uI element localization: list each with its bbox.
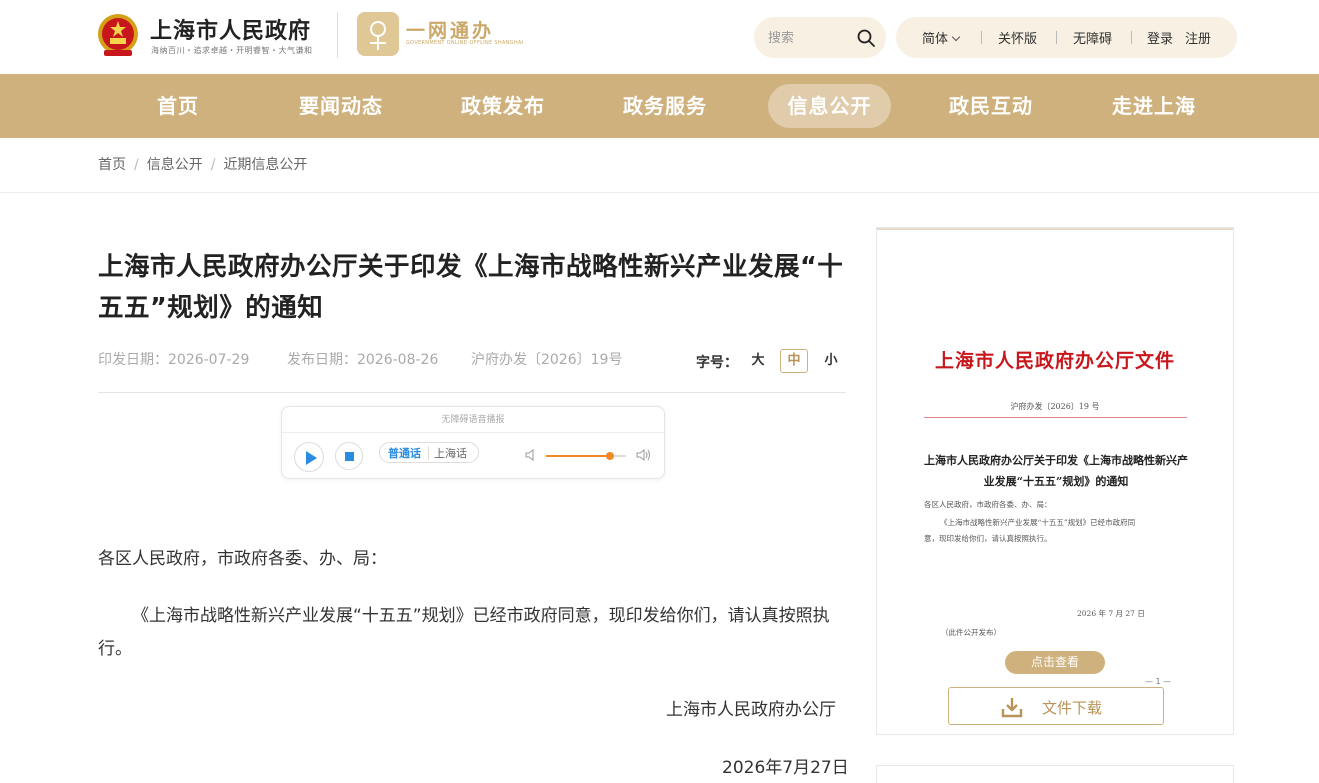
panel-top-border bbox=[877, 228, 1233, 230]
site-slogan: 海纳百川・追求卓越・开明睿智・大气谦和 bbox=[151, 46, 313, 55]
breadcrumb-separator: / bbox=[134, 157, 139, 173]
doc-salutation: 各区人民政府，市政府各委、办、局： bbox=[924, 500, 1052, 509]
util-divider bbox=[981, 31, 982, 44]
nav-item-info-disclosure[interactable]: 信息公开 bbox=[768, 84, 891, 128]
file-download-button[interactable]: 文件下载 bbox=[948, 687, 1164, 725]
doc-body-line2: 意，现印发给你们，请认真按照执行。 bbox=[924, 534, 1052, 543]
volume-slider-handle[interactable] bbox=[606, 452, 614, 460]
national-emblem-icon[interactable] bbox=[96, 12, 140, 58]
document-number: 沪府办发〔2026〕19号 bbox=[471, 352, 623, 368]
doc-note: （此件公开发布） bbox=[941, 628, 1001, 637]
language-label: 简体 bbox=[922, 32, 949, 47]
player-header: 无障碍语音播报 bbox=[282, 407, 664, 433]
volume-slider[interactable] bbox=[546, 452, 626, 460]
voice-language-toggle: 普通话 上海话 bbox=[379, 442, 479, 463]
volume-slider-fill bbox=[546, 455, 610, 457]
audio-player: 无障碍语音播报 普通话 上海话 bbox=[281, 406, 665, 479]
site-title[interactable]: 上海市人民政府 bbox=[150, 13, 311, 45]
ywtb-title[interactable]: 一网通办 bbox=[406, 16, 494, 43]
view-document-button[interactable]: 点击查看 bbox=[1005, 651, 1105, 674]
breadcrumb-recent-disclosure[interactable]: 近期信息公开 bbox=[223, 157, 307, 173]
language-select[interactable]: 简体 bbox=[922, 28, 961, 47]
font-size-medium-button[interactable]: 中 bbox=[780, 349, 808, 373]
search-icon[interactable] bbox=[856, 28, 876, 48]
breadcrumb-divider bbox=[0, 192, 1319, 193]
volume-high-icon[interactable] bbox=[636, 448, 652, 462]
search-input[interactable] bbox=[768, 27, 852, 49]
doc-number: 沪府办发〔2026〕19 号 bbox=[1010, 402, 1100, 411]
font-size-label: 字号： bbox=[696, 355, 738, 371]
nav-item-policy[interactable]: 政策发布 bbox=[442, 84, 564, 128]
main-nav: 首页 要闻动态 政策发布 政务服务 信息公开 政民互动 走进上海 bbox=[0, 74, 1319, 138]
breadcrumb: 首页 / 信息公开 / 近期信息公开 bbox=[98, 154, 307, 174]
secondary-panel bbox=[876, 765, 1234, 783]
volume-low-icon[interactable] bbox=[524, 448, 538, 462]
utility-bar: 简体 关怀版 无障碍 登录 注册 bbox=[896, 17, 1237, 58]
login-link[interactable]: 登录 bbox=[1147, 28, 1173, 47]
util-divider bbox=[1131, 31, 1132, 44]
nav-item-home[interactable]: 首页 bbox=[128, 84, 228, 128]
stop-button[interactable] bbox=[335, 442, 363, 470]
doc-page-number: — 1 — bbox=[1145, 677, 1172, 686]
salutation: 各区人民政府，市政府各委、办、局： bbox=[98, 549, 387, 569]
mandarin-option[interactable]: 普通话 bbox=[388, 445, 421, 461]
nav-item-news[interactable]: 要闻动态 bbox=[280, 84, 402, 128]
publish-date: 发布日期：2026-08-26 bbox=[287, 352, 439, 368]
chevron-down-icon bbox=[951, 32, 961, 42]
register-link[interactable]: 注册 bbox=[1185, 28, 1211, 47]
util-divider bbox=[1056, 31, 1057, 44]
sign-date: 2026年7月27日 bbox=[722, 758, 849, 778]
font-size-small-button[interactable]: 小 bbox=[817, 349, 845, 373]
breadcrumb-separator: / bbox=[210, 157, 216, 173]
header-divider bbox=[337, 12, 338, 58]
ywtb-logo-icon[interactable] bbox=[357, 12, 399, 56]
doc-date: 2026 年 7 月 27 日 bbox=[1077, 609, 1145, 618]
accessibility-link[interactable]: 无障碍 bbox=[1073, 28, 1112, 47]
nav-item-services[interactable]: 政务服务 bbox=[604, 84, 726, 128]
ywtb-subtitle: GOVERNMENT ONLINE-OFFLINE SHANGHAI bbox=[406, 40, 524, 46]
article-title: 上海市人民政府办公厅关于印发《上海市战略性新兴产业发展“十五五”规划》的通知 bbox=[98, 252, 844, 323]
breadcrumb-info-disclosure[interactable]: 信息公开 bbox=[147, 157, 203, 173]
play-button[interactable] bbox=[294, 442, 324, 472]
doc-red-line bbox=[924, 417, 1187, 418]
meta-divider bbox=[98, 392, 846, 393]
site-header: 上海市人民政府 海纳百川・追求卓越・开明睿智・大气谦和 一网通办 GOVERNM… bbox=[0, 0, 1319, 74]
print-date: 印发日期：2026-07-29 bbox=[98, 352, 250, 368]
lang-divider bbox=[428, 446, 429, 460]
document-preview-panel: 上海市人民政府办公厅文件 沪府办发〔2026〕19 号 上海市人民政府办公厅关于… bbox=[876, 227, 1234, 735]
search-box bbox=[754, 17, 886, 58]
doc-red-header: 上海市人民政府办公厅文件 bbox=[934, 350, 1175, 372]
signature: 上海市人民政府办公厅 bbox=[666, 700, 836, 720]
font-size-large-button[interactable]: 大 bbox=[744, 349, 772, 373]
doc-title: 上海市人民政府办公厅关于印发《上海市战略性新兴产业发展“十五五”规划》的通知 bbox=[924, 454, 1188, 488]
nav-item-about-shanghai[interactable]: 走进上海 bbox=[1093, 84, 1215, 128]
body-paragraph: 《上海市战略性新兴产业发展“十五五”规划》已经市政府同意，现印发给你们，请认真按… bbox=[98, 606, 830, 659]
download-icon bbox=[1001, 698, 1023, 718]
download-label: 文件下载 bbox=[1042, 699, 1103, 717]
care-version-link[interactable]: 关怀版 bbox=[998, 28, 1037, 47]
nav-item-interaction[interactable]: 政民互动 bbox=[930, 84, 1052, 128]
breadcrumb-home[interactable]: 首页 bbox=[98, 157, 126, 173]
shanghainese-option[interactable]: 上海话 bbox=[434, 445, 467, 461]
